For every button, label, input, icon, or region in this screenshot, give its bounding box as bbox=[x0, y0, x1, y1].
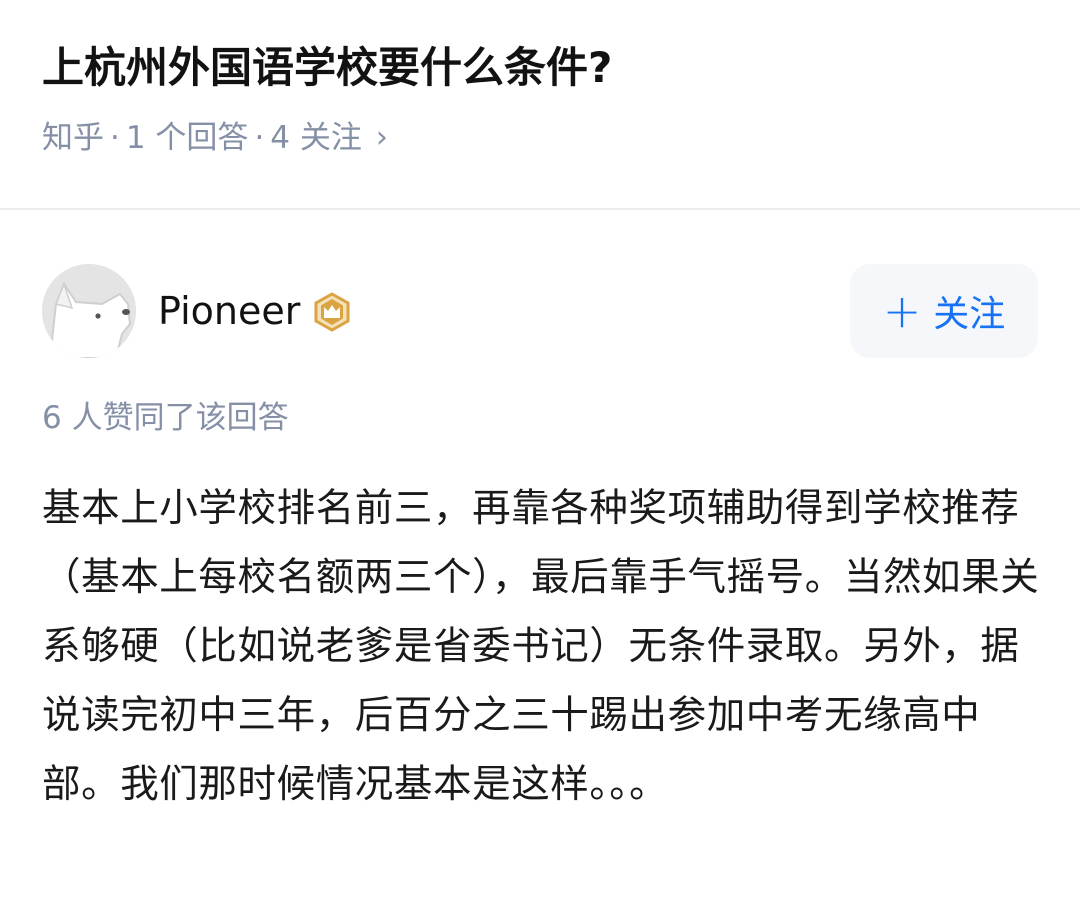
plus-icon: + bbox=[882, 284, 922, 338]
follower-count: 4 关注 bbox=[270, 120, 362, 156]
source-label: 知乎 bbox=[42, 120, 104, 156]
follow-button[interactable]: + 关注 bbox=[850, 264, 1038, 358]
answer-count: 1 个回答 bbox=[125, 120, 249, 156]
cartoon-dog-avatar-icon bbox=[42, 264, 136, 358]
question-title[interactable]: 上杭州外国语学校要什么条件? bbox=[42, 38, 612, 98]
follow-label: 关注 bbox=[933, 294, 1006, 335]
meta-separator: · bbox=[110, 120, 120, 156]
meta-separator: · bbox=[254, 120, 265, 156]
chevron-right-icon: › bbox=[375, 120, 388, 155]
gold-crown-badge-icon[interactable] bbox=[312, 292, 352, 332]
question-header: 上杭州外国语学校要什么条件? 知乎 · 1 个回答 · 4 关注 › bbox=[0, 0, 1080, 210]
answer-content[interactable]: 基本上小学校排名前三，再靠各种奖项辅助得到学校推荐（基本上每校名额两三个），最后… bbox=[42, 474, 1042, 819]
question-meta-link[interactable]: 知乎 · 1 个回答 · 4 关注 › bbox=[42, 116, 388, 160]
avatar[interactable] bbox=[42, 264, 136, 358]
agree-count[interactable]: 6 人赞同了该回答 bbox=[42, 396, 289, 440]
author-name[interactable]: Pioneer bbox=[158, 286, 300, 336]
author-row: Pioneer + 关注 bbox=[42, 264, 1038, 358]
